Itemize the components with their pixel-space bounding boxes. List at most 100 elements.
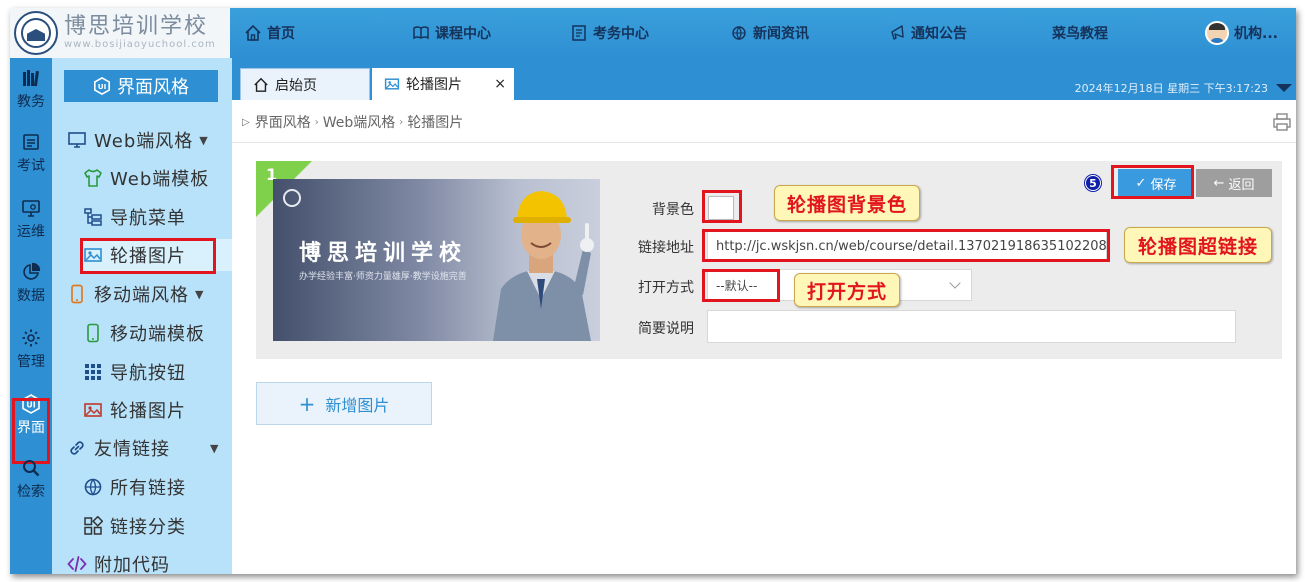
- rail-label: 数据: [17, 287, 45, 304]
- menu-item-label: 移动端风格: [94, 285, 189, 306]
- nav-exams[interactable]: 考务中心: [570, 8, 649, 58]
- back-button[interactable]: ← 返回: [1196, 169, 1272, 197]
- nav-courses[interactable]: 课程中心: [412, 8, 491, 58]
- news-icon: [730, 24, 748, 42]
- logo[interactable]: 博思培训学校 www.bosijiaoyuchool.com: [10, 8, 230, 58]
- nav-news[interactable]: 新闻资讯: [730, 8, 809, 58]
- top-bar: 博思培训学校 www.bosijiaoyuchool.com 首页 课程中心 考…: [10, 8, 1296, 58]
- breadcrumb-separator-icon: ›: [399, 116, 404, 128]
- nav-home[interactable]: 首页: [244, 8, 295, 58]
- step-badge: 5: [1085, 175, 1101, 191]
- nav-user-label: 机构...: [1234, 26, 1278, 42]
- category-icon: [82, 515, 104, 537]
- menu-item-all-links[interactable]: 所有链接: [82, 471, 186, 503]
- close-icon[interactable]: ×: [494, 76, 506, 92]
- menu-item-extra-code[interactable]: 附加代码: [66, 548, 170, 574]
- menu-item-label: 导航菜单: [110, 208, 186, 229]
- menu-item-mobile-template[interactable]: 移动端模板: [82, 317, 205, 349]
- tab-home[interactable]: 启始页: [240, 68, 370, 100]
- highlight-box: [702, 269, 780, 302]
- monitor-gear-icon: [22, 199, 40, 217]
- highlight-box: [702, 229, 1110, 262]
- tab-carousel[interactable]: 轮播图片 ×: [372, 68, 514, 100]
- datetime: 2024年12月18日 星期三 下午3:17:23: [1074, 82, 1268, 95]
- shirt-icon: [82, 167, 104, 189]
- menu-item-label: 所有链接: [110, 478, 186, 499]
- menu-item-label: 链接分类: [110, 517, 186, 538]
- menu-item-nav-menu[interactable]: 导航菜单: [82, 201, 186, 233]
- rail-item-academic[interactable]: 教务: [10, 58, 52, 120]
- exam-icon: [23, 133, 39, 150]
- exam-icon: [570, 24, 588, 42]
- phone-icon: [66, 283, 88, 305]
- globe-icon: [82, 476, 104, 498]
- menu-item-label: 附加代码: [94, 555, 170, 574]
- menu-item-web-style[interactable]: Web端风格 ▼: [66, 124, 209, 156]
- rail-label: 教务: [17, 93, 45, 110]
- nav-user[interactable]: 机构...: [1205, 8, 1278, 58]
- gear-icon: [22, 329, 40, 346]
- breadcrumb-separator-icon: ›: [314, 116, 319, 128]
- image-icon: [82, 399, 104, 421]
- breadcrumb-item[interactable]: 界面风格: [255, 112, 311, 132]
- ui-icon: UI: [93, 77, 111, 95]
- carousel-item-panel: 1 博思培训学校 办学经验丰富·师资力量雄厚·教学设施完善 背景色 轮播图背景色…: [256, 161, 1282, 359]
- tab-bar: 启始页 轮播图片 × 2024年12月18日 星期三 下午3:17:23: [232, 58, 1296, 100]
- main-nav: 首页 课程中心 考务中心 新闻资讯 通知公告 菜鸟教程 机构...: [230, 8, 1296, 58]
- menu-item-nav-buttons[interactable]: 导航按钮: [82, 356, 186, 388]
- menu-item-mobile-style[interactable]: 移动端风格 ▼: [66, 278, 204, 310]
- logo-url: www.bosijiaoyuchool.com: [64, 39, 216, 50]
- highlight-box: [702, 190, 742, 223]
- tab-home-label: 启始页: [275, 77, 317, 94]
- callout-bg-color: 轮播图背景色: [774, 185, 920, 221]
- rail-item-exam[interactable]: 考试: [10, 122, 52, 184]
- menu-item-label: 轮播图片: [110, 401, 186, 422]
- menu-item-friend-links[interactable]: 友情链接 ▼: [66, 432, 219, 464]
- nav-notices[interactable]: 通知公告: [888, 8, 967, 58]
- home-icon: [253, 77, 269, 93]
- menu-item-link-categories[interactable]: 链接分类: [82, 510, 186, 542]
- rail-item-manage[interactable]: 管理: [10, 318, 52, 380]
- rail-item-ops[interactable]: 运维: [10, 188, 52, 250]
- highlight-box: [80, 238, 216, 274]
- icon-rail: 教务 考试 运维 数据 管理 UI 界面 检索: [10, 58, 52, 574]
- phone-outline-icon: [82, 322, 104, 344]
- description-input[interactable]: [707, 310, 1236, 343]
- banner-subtitle: 办学经验丰富·师资力量雄厚·教学设施完善: [299, 272, 467, 282]
- sidebar-menu: UI 界面风格 Web端风格 ▼ Web端模板 导航菜单 轮播图片 移动端风格 …: [52, 58, 232, 574]
- monitor-icon: [66, 129, 88, 151]
- print-icon[interactable]: [1272, 112, 1292, 136]
- nav-exams-label: 考务中心: [593, 26, 649, 42]
- menu-item-label: 友情链接: [94, 439, 170, 460]
- tree-menu-icon: [82, 206, 104, 228]
- rail-label: 检索: [17, 483, 45, 500]
- menu-item-carousel-mobile[interactable]: 轮播图片: [82, 394, 186, 426]
- menu-item-label: Web端风格: [94, 131, 194, 152]
- svg-text:UI: UI: [98, 82, 107, 91]
- home-icon: [244, 24, 262, 42]
- nav-news-label: 新闻资讯: [753, 26, 809, 42]
- carousel-image[interactable]: 博思培训学校 办学经验丰富·师资力量雄厚·教学设施完善: [273, 179, 600, 341]
- add-image-button[interactable]: + 新增图片: [256, 382, 432, 425]
- rail-item-data[interactable]: 数据: [10, 252, 52, 314]
- school-seal-icon: [14, 11, 58, 55]
- menu-item-web-template[interactable]: Web端模板: [82, 162, 209, 194]
- search-icon: [23, 459, 40, 476]
- rail-item-search[interactable]: 检索: [10, 448, 52, 510]
- rail-label: 运维: [17, 223, 45, 240]
- open-mode-label: 打开方式: [638, 280, 694, 296]
- nav-notices-label: 通知公告: [911, 26, 967, 42]
- menu-header-label: 界面风格: [117, 77, 189, 98]
- caret-down-icon: ▼: [210, 441, 220, 455]
- pie-chart-icon: [23, 262, 41, 280]
- nav-runoob[interactable]: 菜鸟教程: [1052, 8, 1108, 58]
- chevron-down-icon[interactable]: [1276, 84, 1292, 92]
- breadcrumb-item[interactable]: Web端风格: [323, 112, 396, 132]
- rail-label: 考试: [17, 157, 45, 174]
- menu-header[interactable]: UI 界面风格: [64, 70, 218, 102]
- nav-courses-label: 课程中心: [435, 26, 491, 42]
- megaphone-icon: [888, 24, 906, 42]
- book-icon: [412, 24, 430, 42]
- caret-down-icon: ▼: [199, 133, 209, 147]
- highlight-box: [1111, 165, 1194, 199]
